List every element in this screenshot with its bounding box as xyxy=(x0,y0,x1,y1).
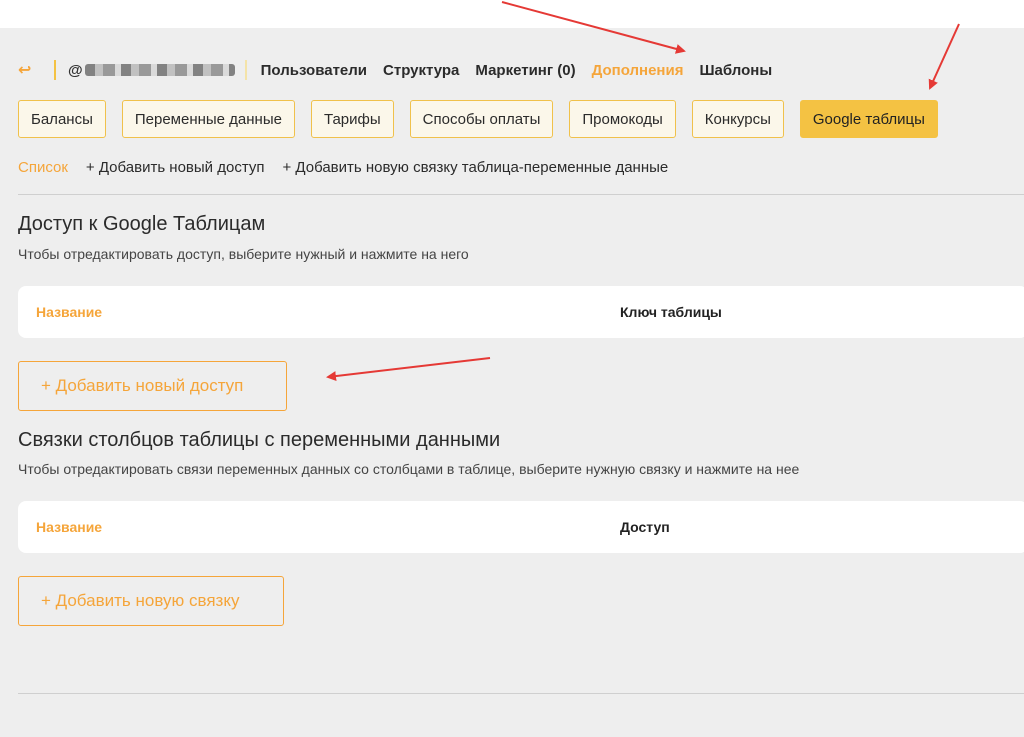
tab-contests[interactable]: Конкурсы xyxy=(691,100,784,138)
links-table-header: Название Доступ xyxy=(18,501,1024,553)
project-name-blurred xyxy=(84,64,235,76)
links-section-title: Связки столбцов таблицы с переменными да… xyxy=(18,429,501,451)
tab-google-sheets[interactable]: Google таблицы xyxy=(799,100,938,138)
access-col-key: Ключ таблицы xyxy=(620,304,722,320)
back-arrow-icon[interactable]: ↩ xyxy=(18,60,38,80)
nav-addons[interactable]: Дополнения xyxy=(592,62,684,79)
top-navigation: ↩ @ Пользователи Структура Маркетинг (0)… xyxy=(18,59,780,81)
tab-balances[interactable]: Балансы xyxy=(18,100,106,138)
links-section-subtitle: Чтобы отредактировать связи переменных д… xyxy=(18,461,800,477)
subnav-list[interactable]: Список xyxy=(18,159,68,176)
divider-top xyxy=(18,194,1024,195)
divider-bottom xyxy=(18,693,1024,694)
tab-payment-methods[interactable]: Способы оплаты xyxy=(409,100,554,138)
sub-navigation: Список + Добавить новый доступ + Добавит… xyxy=(18,159,686,176)
add-access-button[interactable]: + Добавить новый доступ xyxy=(18,361,287,411)
nav-templates[interactable]: Шаблоны xyxy=(699,62,772,79)
links-col-name[interactable]: Название xyxy=(36,519,102,535)
tab-variable-data[interactable]: Переменные данные xyxy=(121,100,295,138)
access-section-subtitle: Чтобы отредактировать доступ, выберите н… xyxy=(18,246,469,262)
project-prefix: @ xyxy=(68,61,83,79)
nav-structure[interactable]: Структура xyxy=(383,62,459,79)
main-menu: Пользователи Структура Маркетинг (0) Доп… xyxy=(253,62,781,79)
access-col-name[interactable]: Название xyxy=(36,304,102,320)
app-content: ↩ @ Пользователи Структура Маркетинг (0)… xyxy=(0,28,1024,737)
access-table-header: Название Ключ таблицы xyxy=(18,286,1024,338)
subnav-add-link[interactable]: + Добавить новую связку таблица-переменн… xyxy=(283,159,669,176)
addons-tabs: Балансы Переменные данные Тарифы Способы… xyxy=(18,100,938,138)
nav-separator xyxy=(54,60,56,80)
tab-tariffs[interactable]: Тарифы xyxy=(310,100,394,138)
access-section-title: Доступ к Google Таблицам xyxy=(18,213,266,235)
links-col-access: Доступ xyxy=(620,519,670,535)
nav-marketing[interactable]: Маркетинг (0) xyxy=(475,62,575,79)
project-selector[interactable]: @ xyxy=(68,60,247,80)
nav-users[interactable]: Пользователи xyxy=(261,62,367,79)
add-link-button[interactable]: + Добавить новую связку xyxy=(18,576,284,626)
subnav-add-access[interactable]: + Добавить новый доступ xyxy=(86,159,265,176)
tab-promocodes[interactable]: Промокоды xyxy=(569,100,676,138)
